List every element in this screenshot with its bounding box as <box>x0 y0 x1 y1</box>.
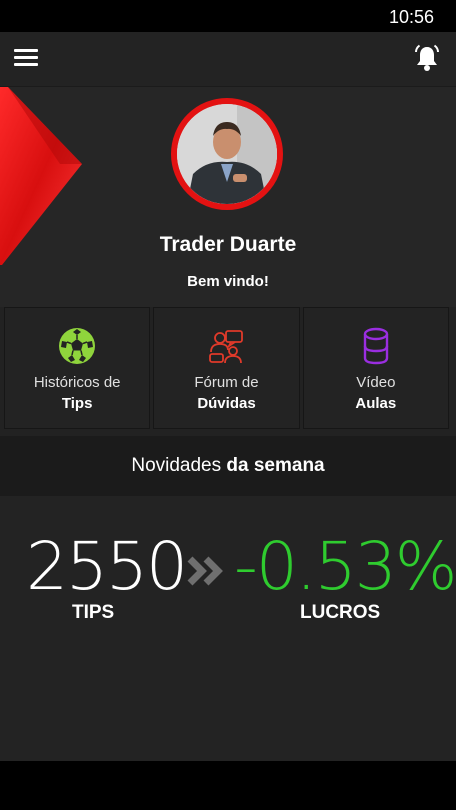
news-header: Novidades da semana <box>0 436 456 496</box>
status-time: 10:56 <box>388 7 434 27</box>
tile-label-line1: Históricos de <box>33 374 121 391</box>
chat-people-icon <box>209 330 244 364</box>
soccer-ball-icon <box>59 328 96 364</box>
avatar[interactable] <box>171 98 283 210</box>
news-title-regular: Novidades <box>131 455 227 476</box>
top-bar <box>0 32 456 86</box>
news-title-bold: da semana <box>226 455 325 476</box>
welcome-message: Bem vindo! <box>187 273 269 290</box>
hamburger-menu-icon[interactable] <box>14 49 38 69</box>
tile-label-line2: Tips <box>61 395 93 412</box>
tips-label: TIPS <box>72 602 115 623</box>
tile-label-line2: Dúvidas <box>197 395 256 412</box>
tips-count: 2550 <box>26 528 188 605</box>
lucros-label: LUCROS <box>300 602 381 623</box>
tile-historicos-tips[interactable]: Históricos de Tips <box>4 307 151 429</box>
double-chevron-right-icon <box>187 556 223 586</box>
tile-label-line1: Vídeo <box>356 374 396 391</box>
tile-video-aulas[interactable]: Vídeo Aulas <box>302 307 449 429</box>
status-bar: 10:56 <box>0 0 456 32</box>
cylinder-icon <box>363 327 389 365</box>
bell-icon[interactable] <box>414 44 440 72</box>
weekly-stats: 2550 -0.53% TIPS LUCROS <box>0 496 456 761</box>
app-screen: Trader Duarte Bem vindo! Históricos de T… <box>0 32 456 761</box>
user-name: Trader Duarte <box>159 233 297 256</box>
menu-tiles: Históricos de Tips Fórum de Dúvidas Víde… <box>4 307 449 429</box>
tile-label-line2: Aulas <box>355 395 397 412</box>
tile-label-line1: Fórum de <box>194 374 259 391</box>
tile-forum-duvidas[interactable]: Fórum de Dúvidas <box>153 307 300 429</box>
news-title: Novidades da semana <box>0 455 456 477</box>
lucros-value: -0.53% <box>234 528 456 605</box>
profile-section: Trader Duarte Bem vindo! <box>0 87 456 307</box>
system-nav-bar <box>0 761 456 810</box>
